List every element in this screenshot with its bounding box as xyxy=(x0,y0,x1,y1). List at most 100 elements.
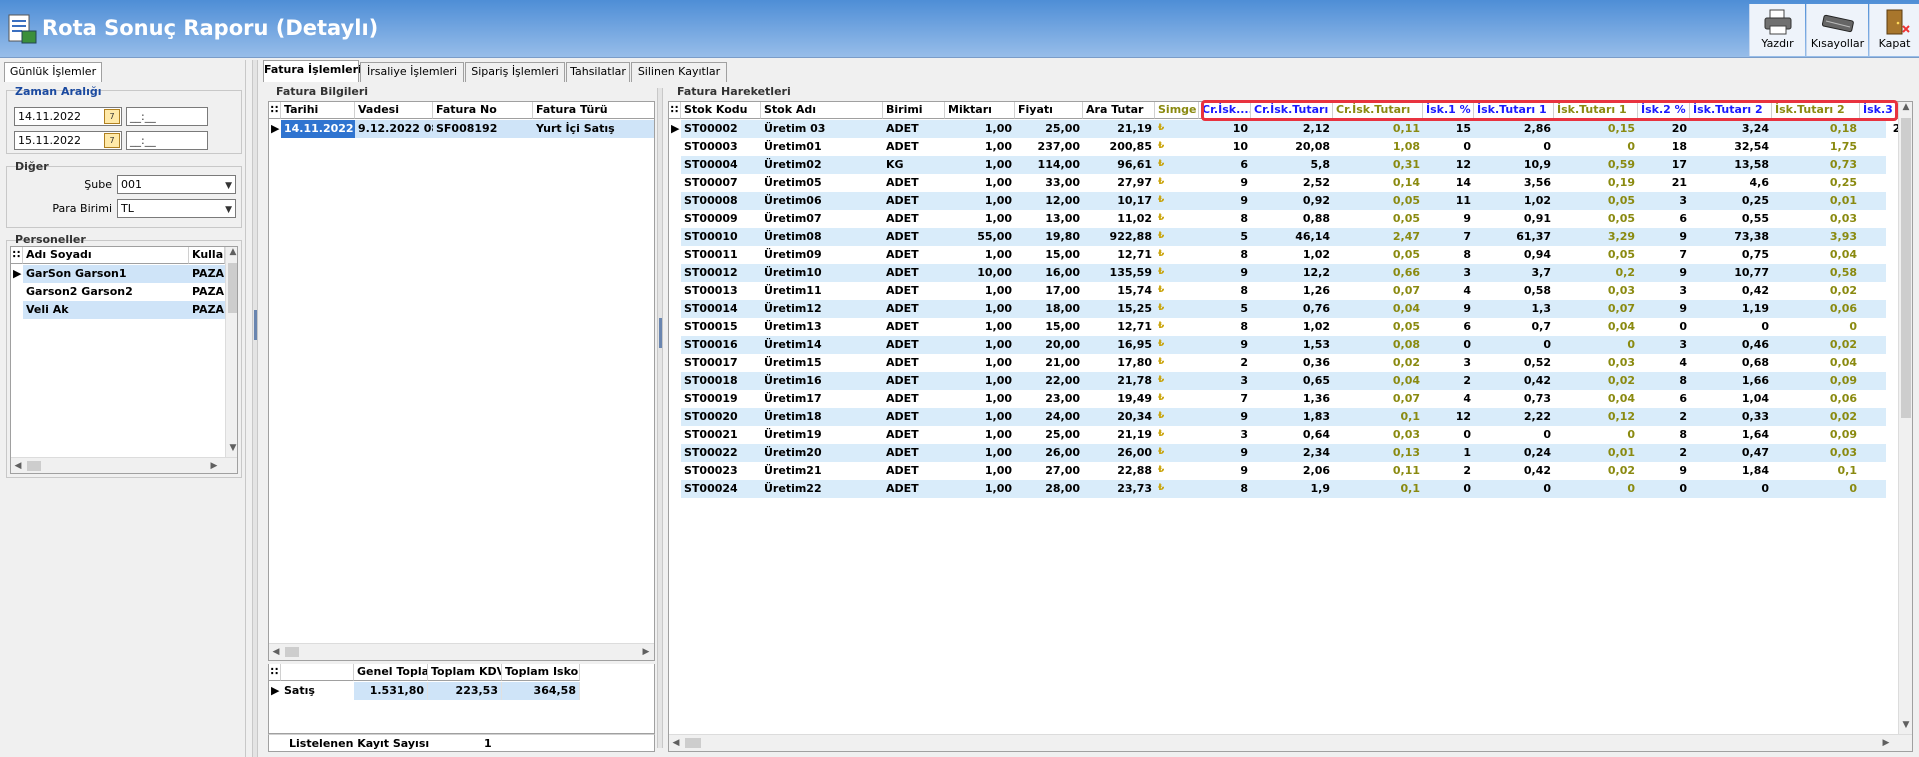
table-cell[interactable]: 21 xyxy=(1638,174,1690,192)
table-cell[interactable]: 9 xyxy=(1638,462,1690,480)
table-cell[interactable]: ST00020 xyxy=(681,408,761,426)
tab-collections[interactable]: Tahsilatlar xyxy=(566,62,630,82)
table-cell[interactable]: 2 xyxy=(1199,354,1251,372)
table-cell[interactable]: 0,15 xyxy=(1554,120,1638,138)
table-cell[interactable]: 0,05 xyxy=(1554,246,1638,264)
table-cell[interactable]: 1,66 xyxy=(1690,372,1772,390)
table-cell[interactable]: 0,03 xyxy=(1333,426,1423,444)
table-cell[interactable]: 0,08 xyxy=(1333,336,1423,354)
table-cell[interactable]: 0,94 xyxy=(1474,246,1554,264)
table-cell[interactable]: 23,00 xyxy=(1015,390,1083,408)
invoice-no-cell[interactable]: SF008192 xyxy=(433,120,533,138)
table-cell[interactable]: 1,00 xyxy=(945,156,1015,174)
table-cell[interactable]: 27,97 xyxy=(1083,174,1155,192)
table-cell[interactable]: 10,17 xyxy=(1083,192,1155,210)
table-cell[interactable]: 25,00 xyxy=(1015,120,1083,138)
scroll-down-icon[interactable]: ▼ xyxy=(1899,720,1912,730)
table-cell[interactable]: 1,00 xyxy=(945,390,1015,408)
table-cell[interactable]: Üretim06 xyxy=(761,192,883,210)
currency-symbol-icon[interactable]: ₺ xyxy=(1155,192,1199,210)
table-cell[interactable]: 12,71 xyxy=(1083,246,1155,264)
table-cell[interactable]: 3 xyxy=(1638,336,1690,354)
table-cell[interactable]: 1,02 xyxy=(1474,192,1554,210)
table-cell[interactable]: 18,00 xyxy=(1015,300,1083,318)
table-cell[interactable]: 21,19 xyxy=(1083,120,1155,138)
table-cell[interactable]: 0 xyxy=(1638,318,1690,336)
table-cell[interactable]: 0,02 xyxy=(1772,336,1860,354)
table-cell[interactable]: 1,00 xyxy=(945,210,1015,228)
vertical-scrollbar[interactable]: ▲ ▼ xyxy=(225,247,237,457)
movements-col-1[interactable]: Stok Adı xyxy=(761,102,883,119)
print-button[interactable]: Yazdır xyxy=(1749,4,1805,56)
currency-symbol-icon[interactable]: ₺ xyxy=(1155,462,1199,480)
table-cell[interactable]: 0,02 xyxy=(1554,372,1638,390)
table-cell[interactable]: 9 xyxy=(1638,264,1690,282)
movements-col-3[interactable]: Miktarı xyxy=(945,102,1015,119)
scroll-left-icon[interactable]: ◀ xyxy=(669,738,683,748)
table-cell[interactable]: 0,01 xyxy=(1772,192,1860,210)
invoice-col-type[interactable]: Fatura Türü xyxy=(533,102,654,119)
table-cell[interactable]: 0,07 xyxy=(1333,390,1423,408)
table-cell[interactable]: 0,73 xyxy=(1474,390,1554,408)
currency-symbol-icon[interactable]: ₺ xyxy=(1155,156,1199,174)
table-cell[interactable]: 8 xyxy=(1199,246,1251,264)
table-cell[interactable]: 3 xyxy=(1199,426,1251,444)
table-cell[interactable]: 3,29 xyxy=(1554,228,1638,246)
table-cell[interactable]: 1,36 xyxy=(1251,390,1333,408)
table-cell[interactable]: 5 xyxy=(1199,300,1251,318)
scroll-thumb[interactable] xyxy=(228,263,237,313)
table-cell[interactable]: ADET xyxy=(883,480,945,498)
table-cell[interactable]: 0,02 xyxy=(1333,354,1423,372)
table-cell[interactable]: 8 xyxy=(1638,372,1690,390)
table-cell[interactable]: 1,00 xyxy=(945,318,1015,336)
table-cell[interactable]: 0,02 xyxy=(1772,408,1860,426)
table-cell[interactable]: 1,53 xyxy=(1251,336,1333,354)
table-cell[interactable]: 7 xyxy=(1423,228,1474,246)
table-cell[interactable]: 13,00 xyxy=(1015,210,1083,228)
table-cell[interactable]: 0,92 xyxy=(1251,192,1333,210)
table-cell[interactable]: 2,47 xyxy=(1333,228,1423,246)
table-cell[interactable]: ST00018 xyxy=(681,372,761,390)
table-cell[interactable]: Üretim19 xyxy=(761,426,883,444)
table-cell[interactable]: 9 xyxy=(1199,408,1251,426)
table-cell[interactable]: ST00009 xyxy=(681,210,761,228)
table-cell[interactable]: 0,66 xyxy=(1333,264,1423,282)
scroll-up-icon[interactable]: ▲ xyxy=(1899,102,1912,112)
table-cell[interactable]: 1,00 xyxy=(945,372,1015,390)
personnel-user[interactable]: PAZAR xyxy=(189,283,225,301)
table-cell[interactable]: Üretim14 xyxy=(761,336,883,354)
table-cell[interactable]: 73,38 xyxy=(1690,228,1772,246)
middle-splitter[interactable] xyxy=(657,88,663,748)
table-cell[interactable]: 0,36 xyxy=(1251,354,1333,372)
table-cell[interactable]: 21,00 xyxy=(1015,354,1083,372)
table-cell[interactable]: 1,00 xyxy=(945,192,1015,210)
table-cell[interactable]: 22,00 xyxy=(1015,372,1083,390)
table-cell[interactable]: 0 xyxy=(1423,138,1474,156)
table-cell[interactable]: 1,00 xyxy=(945,354,1015,372)
table-cell[interactable]: 0,55 xyxy=(1690,210,1772,228)
table-cell[interactable]: 33,00 xyxy=(1015,174,1083,192)
table-cell[interactable]: 10 xyxy=(1199,120,1251,138)
table-cell[interactable]: Üretim12 xyxy=(761,300,883,318)
table-cell[interactable]: 0,33 xyxy=(1690,408,1772,426)
table-cell[interactable]: 1,00 xyxy=(945,300,1015,318)
table-cell[interactable]: 2 xyxy=(1638,408,1690,426)
table-cell[interactable]: ADET xyxy=(883,372,945,390)
movements-col-2[interactable]: Birimi xyxy=(883,102,945,119)
table-cell[interactable]: 0,07 xyxy=(1554,300,1638,318)
table-cell[interactable]: 9 xyxy=(1199,336,1251,354)
personnel-col-user[interactable]: Kullanı xyxy=(189,247,225,264)
table-cell[interactable]: ST00013 xyxy=(681,282,761,300)
table-cell[interactable]: 0,02 xyxy=(1772,282,1860,300)
personnel-name[interactable]: Veli Ak xyxy=(23,301,189,319)
table-cell[interactable]: 0 xyxy=(1690,318,1772,336)
table-cell[interactable]: 0,76 xyxy=(1251,300,1333,318)
table-cell[interactable]: 16,00 xyxy=(1015,264,1083,282)
table-cell[interactable]: 24,00 xyxy=(1015,408,1083,426)
table-cell[interactable]: 96,61 xyxy=(1083,156,1155,174)
table-cell[interactable]: 0,03 xyxy=(1554,354,1638,372)
table-cell[interactable]: 2,52 xyxy=(1251,174,1333,192)
table-cell[interactable]: 0 xyxy=(1474,480,1554,498)
shortcuts-button[interactable]: Kısayollar xyxy=(1806,4,1868,56)
table-cell[interactable]: 19,49 xyxy=(1083,390,1155,408)
